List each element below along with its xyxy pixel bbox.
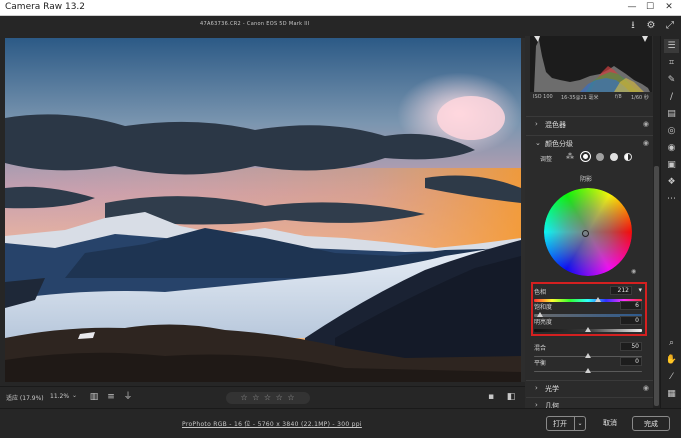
adjustment-brush-icon[interactable]: ∕: [664, 90, 679, 104]
section-label: 混色器: [545, 121, 566, 129]
single-view-icon[interactable]: ▪: [485, 391, 497, 403]
hand-icon[interactable]: ✋: [664, 353, 679, 367]
before-after-icon[interactable]: ◧: [505, 391, 517, 403]
scrollbar-thumb[interactable]: [654, 166, 659, 406]
photo-preview[interactable]: [5, 38, 521, 382]
eye-icon[interactable]: ◉: [643, 139, 649, 147]
section-label: 几何: [545, 402, 559, 408]
balance-label: 平衡: [534, 360, 547, 367]
exif-aperture: f/8: [615, 94, 622, 100]
chevron-right-icon: ›: [535, 384, 538, 392]
tool-column: ☰ ⌗ ✎ ∕ ▤ ◎ ◉ ▣ ❖ ⋯ ⌕ ✋ ⁄ ▦: [660, 36, 681, 438]
wheel-label: 阴影: [580, 176, 593, 183]
global-icon[interactable]: [624, 153, 632, 161]
filename-label: 47A63736.CR2 - Canon EOS 5D Mark III: [200, 21, 310, 27]
exif-lens: 16-35@21 毫米: [561, 95, 599, 101]
section-color-grading[interactable]: ⌄ 颜色分级 ◉: [526, 135, 653, 151]
eye-icon[interactable]: ◉: [643, 384, 649, 392]
chevron-right-icon: ›: [535, 120, 538, 128]
section-label: 颜色分级: [545, 140, 573, 148]
blending-value[interactable]: 50: [620, 342, 642, 351]
histogram: [530, 36, 652, 92]
three-way-icon[interactable]: ⁂: [566, 152, 574, 161]
zoom-level[interactable]: 11.2%: [50, 393, 69, 400]
maximize-button[interactable]: ☐: [643, 1, 657, 14]
more-icon[interactable]: ⋯: [664, 192, 679, 206]
shadows-icon[interactable]: [580, 151, 591, 162]
header: 47A63736.CR2 - Canon EOS 5D Mark III ⭳ ⚙…: [0, 16, 681, 36]
balance-value[interactable]: 0: [620, 357, 642, 366]
healing-brush-icon[interactable]: ✎: [664, 73, 679, 87]
title-bar: Camera Raw 13.2 — ☐ ✕: [0, 0, 681, 16]
workflow-options-link[interactable]: ProPhoto RGB - 16 位 - 5760 x 3840 (22.1M…: [182, 419, 362, 428]
save-icon[interactable]: ⭳: [626, 19, 640, 33]
radial-filter-icon[interactable]: ◎: [664, 124, 679, 138]
highlights-icon[interactable]: [610, 153, 618, 161]
done-button[interactable]: 完成: [632, 416, 670, 431]
chevron-down-icon: ⌄: [535, 139, 541, 147]
preview-toolbar: 适应 (17.9%) 11.2% ⌄ ▥ ≡ ⏚ ☆ ☆ ☆ ☆ ☆ ▪ ◧: [0, 386, 525, 408]
minimize-button[interactable]: —: [625, 1, 639, 14]
presets-icon[interactable]: ❖: [664, 175, 679, 189]
histogram-graph: [534, 36, 650, 92]
rating-stars[interactable]: ☆ ☆ ☆ ☆ ☆: [226, 392, 310, 404]
section-geometry[interactable]: › 几何: [526, 397, 653, 408]
section-optics[interactable]: › 光学 ◉: [526, 380, 653, 396]
section-color-mixer[interactable]: › 混色器 ◉: [526, 116, 653, 132]
section-label: 光学: [545, 385, 559, 393]
sort-icon[interactable]: ≡: [105, 391, 117, 403]
balance-slider-row: 平衡 0: [534, 357, 644, 376]
balance-slider-handle[interactable]: [585, 368, 591, 373]
filter-icon[interactable]: ⏚: [122, 391, 134, 403]
camera-raw-window: Camera Raw 13.2 — ☐ ✕ 47A63736.CR2 - Can…: [0, 0, 681, 438]
midtones-icon[interactable]: [596, 153, 604, 161]
crop-icon[interactable]: ⌗: [664, 56, 679, 70]
fullscreen-icon[interactable]: ⤢: [663, 19, 677, 33]
cancel-button[interactable]: 取消: [596, 416, 624, 431]
filmstrip-icon[interactable]: ▥: [88, 391, 100, 403]
open-label: 打开: [553, 420, 567, 428]
highlight-box: [531, 282, 647, 336]
exif-info: ISO 100 16-35@21 毫米 f/8 1/60 秒: [531, 94, 653, 104]
chevron-down-icon[interactable]: ⌄: [574, 417, 585, 430]
chevron-down-icon[interactable]: ⌄: [72, 392, 77, 399]
panel-scrollbar[interactable]: [653, 36, 660, 408]
photo-image: [5, 38, 521, 382]
blending-label: 混合: [534, 345, 547, 352]
adjust-label: 调整: [540, 156, 553, 163]
eye-icon[interactable]: ◉: [631, 268, 636, 275]
color-wheel-handle[interactable]: [582, 230, 589, 237]
close-button[interactable]: ✕: [662, 1, 676, 14]
exif-shutter: 1/60 秒: [631, 95, 649, 101]
edit-sliders-icon[interactable]: ☰: [664, 39, 679, 53]
gear-icon[interactable]: ⚙: [644, 19, 658, 33]
zoom-fit[interactable]: 适应 (17.9%): [6, 393, 44, 402]
eye-icon[interactable]: ◉: [643, 120, 649, 128]
graduated-filter-icon[interactable]: ▤: [664, 107, 679, 121]
window-title: Camera Raw 13.2: [5, 2, 86, 12]
grid-overlay-icon[interactable]: ▦: [664, 387, 679, 401]
snapshots-icon[interactable]: ▣: [664, 158, 679, 172]
open-button[interactable]: 打开 ⌄: [546, 416, 586, 431]
zoom-icon[interactable]: ⌕: [664, 336, 679, 350]
exif-iso: ISO 100: [533, 94, 553, 100]
footer: ProPhoto RGB - 16 位 - 5760 x 3840 (22.1M…: [0, 408, 681, 438]
red-eye-icon[interactable]: ◉: [664, 141, 679, 155]
color-sampler-icon[interactable]: ⁄: [664, 370, 679, 384]
chevron-right-icon: ›: [535, 401, 538, 408]
